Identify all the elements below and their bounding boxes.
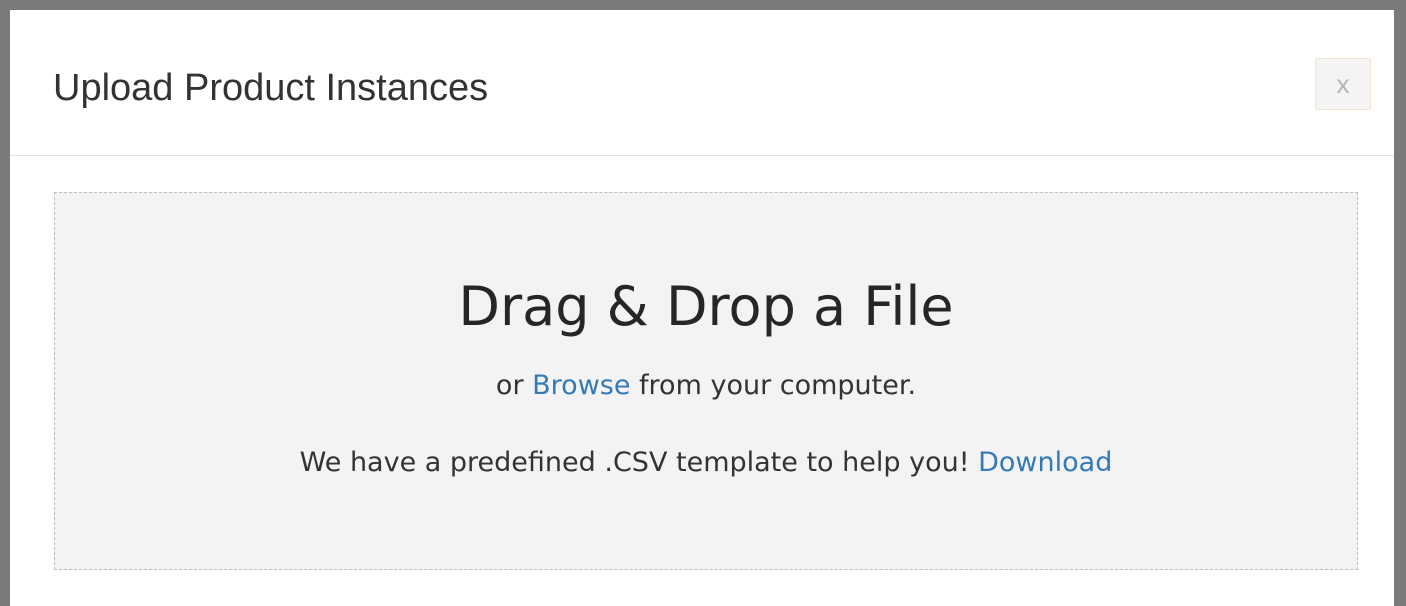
template-text: We have a predefined .CSV template to he… <box>299 447 970 478</box>
browse-suffix: from your computer. <box>639 370 917 401</box>
download-template-link[interactable]: Download <box>978 447 1112 478</box>
browse-prefix: or <box>495 370 524 401</box>
dropzone-heading: Drag & Drop a File <box>458 275 954 338</box>
browse-link[interactable]: Browse <box>532 370 630 401</box>
file-dropzone[interactable]: Drag & Drop a File or Browse from your c… <box>54 192 1358 570</box>
modal-header: Upload Product Instances x <box>10 10 1394 156</box>
modal-body: Drag & Drop a File or Browse from your c… <box>10 156 1394 606</box>
browse-line: or Browse from your computer. <box>55 369 1357 403</box>
upload-modal: Upload Product Instances x Drag & Drop a… <box>10 10 1394 606</box>
modal-title: Upload Product Instances <box>53 67 489 109</box>
close-button[interactable]: x <box>1315 58 1371 110</box>
template-line: We have a predefined .CSV template to he… <box>55 446 1357 480</box>
